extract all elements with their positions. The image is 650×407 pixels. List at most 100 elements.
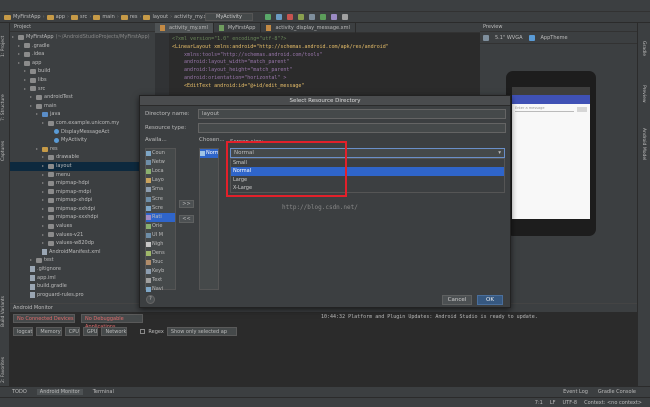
project-tree-item[interactable]: ▸ app bbox=[10, 59, 155, 68]
project-tree-item[interactable]: ▸ layout bbox=[10, 161, 155, 171]
project-tree-item[interactable]: ▸ main bbox=[10, 102, 155, 111]
project-tree-item[interactable]: ▸ java bbox=[10, 110, 155, 119]
tab-activity-my[interactable]: activity_my.xml bbox=[155, 22, 214, 33]
device-dropdown[interactable]: No Connected Devices bbox=[13, 314, 75, 323]
avd-manager-icon[interactable] bbox=[309, 14, 315, 20]
chosen-qualifier-item[interactable]: Normal bbox=[200, 149, 218, 159]
tab-gpu[interactable]: GPU bbox=[82, 327, 99, 336]
crumb-project[interactable]: MyFirstApp bbox=[13, 14, 41, 20]
tab-memory[interactable]: Memory bbox=[36, 327, 62, 336]
build-variants-tool-tab[interactable]: Build Variants bbox=[1, 285, 6, 327]
line-separator[interactable]: LF bbox=[550, 400, 556, 406]
crumb-app[interactable]: app bbox=[56, 14, 65, 20]
available-qualifier-item[interactable]: Loca bbox=[146, 167, 175, 176]
project-tree-item[interactable]: ▸ values-v21 bbox=[10, 231, 155, 240]
caret-position[interactable]: 7:1 bbox=[535, 400, 543, 406]
project-tree-item[interactable]: ▸ drawable bbox=[10, 153, 155, 162]
ok-button[interactable]: OK bbox=[477, 295, 503, 305]
project-tree-item[interactable]: build.gradle bbox=[10, 282, 155, 291]
project-tree-item[interactable]: proguard-rules.pro bbox=[10, 291, 155, 300]
project-tree-item[interactable]: ▸ src bbox=[10, 85, 155, 94]
project-tree-item[interactable]: ▸ mipmap-xxhdpi bbox=[10, 205, 155, 214]
stop-icon[interactable] bbox=[287, 14, 293, 20]
crumb-res[interactable]: res bbox=[130, 14, 138, 20]
project-tree-item[interactable]: .gitignore bbox=[10, 265, 155, 274]
project-tree-item[interactable]: ▸ menu bbox=[10, 171, 155, 180]
resource-type-dropdown[interactable] bbox=[198, 123, 506, 133]
theme-select[interactable]: AppTheme bbox=[541, 35, 568, 41]
help-button[interactable]: ? bbox=[146, 295, 155, 304]
send-button[interactable] bbox=[577, 106, 587, 112]
project-tree-item[interactable]: ▸ mipmap-xxxhdpi bbox=[10, 213, 155, 222]
project-tree-item[interactable]: ▸ mipmap-hdpi bbox=[10, 179, 155, 188]
project-tree-item[interactable]: ▸ values-w820dp bbox=[10, 239, 155, 248]
run-icon[interactable] bbox=[265, 14, 271, 20]
log-filter-dropdown[interactable]: Show only selected ap bbox=[166, 327, 237, 336]
chosen-qualifiers-list[interactable]: Normal bbox=[199, 148, 219, 290]
run-config-select[interactable]: MyActivity bbox=[205, 13, 253, 21]
project-tree-item[interactable]: ▸ .gradle bbox=[10, 42, 155, 51]
available-qualifier-item[interactable]: Navi bbox=[146, 285, 175, 294]
code-editor[interactable]: <?xml version="1.0" encoding="utf-8"?> <… bbox=[172, 36, 482, 91]
context-indicator[interactable]: Context: <no context> bbox=[584, 400, 642, 406]
project-tree-item[interactable]: app.iml bbox=[10, 274, 155, 283]
project-tree-item[interactable]: AndroidManifest.xml bbox=[10, 248, 155, 257]
app-dropdown[interactable]: No Debuggable Applications bbox=[81, 314, 143, 330]
remove-qualifier-button[interactable]: << bbox=[179, 215, 194, 223]
project-tree-item[interactable]: ▸ values bbox=[10, 222, 155, 231]
tab-cpu[interactable]: CPU bbox=[64, 327, 80, 336]
device-select[interactable]: 5.1" WVGA bbox=[495, 35, 523, 41]
available-qualifier-item[interactable]: Netw bbox=[146, 158, 175, 167]
preview-tool-tab[interactable]: Preview bbox=[641, 85, 646, 103]
available-qualifier-item[interactable]: Orie bbox=[146, 222, 175, 231]
project-tree-item[interactable]: MyActivity bbox=[10, 136, 155, 145]
available-qualifier-item[interactable]: Coun bbox=[146, 149, 175, 158]
available-qualifier-item[interactable]: Layo bbox=[146, 176, 175, 185]
available-qualifier-item[interactable]: Keyb bbox=[146, 267, 175, 276]
available-qualifier-item[interactable]: Nigh bbox=[146, 240, 175, 249]
cancel-button[interactable]: Cancel bbox=[442, 295, 472, 305]
crumb-layout[interactable]: layout bbox=[152, 14, 168, 20]
available-qualifiers-list[interactable]: Coun Netw Loca Layo Sma Scre Scre Rati Orie UI M N… bbox=[145, 148, 176, 293]
available-qualifier-item[interactable]: Rati bbox=[146, 212, 175, 222]
tab-myfirstapp[interactable]: MyFirstApp bbox=[214, 22, 262, 33]
available-qualifier-item[interactable]: Scre bbox=[146, 204, 175, 213]
debug-icon[interactable] bbox=[276, 14, 282, 20]
project-tree-item[interactable]: ▸ androidTest bbox=[10, 93, 155, 102]
file-encoding[interactable]: UTF-8 bbox=[563, 400, 578, 406]
android-monitor-tool-button[interactable]: Android Monitor bbox=[36, 389, 83, 395]
gradle-console-tool-button[interactable]: Gradle Console bbox=[598, 389, 636, 395]
tab-activity-display-message[interactable]: activity_display_message.xml bbox=[261, 22, 356, 33]
event-log-tool-button[interactable]: Event Log bbox=[563, 389, 588, 395]
crumb-main[interactable]: main bbox=[102, 14, 115, 20]
available-qualifier-item[interactable]: UI M bbox=[146, 231, 175, 240]
project-tree-item[interactable]: ▸ MyFirstApp (~/AndroidStudioProjects/MyFi… bbox=[10, 33, 155, 42]
sync-icon[interactable] bbox=[298, 14, 304, 20]
orientation-icon[interactable] bbox=[528, 34, 535, 41]
available-qualifier-item[interactable]: Text bbox=[146, 276, 175, 285]
project-tree-item[interactable]: ▸ mipmap-mdpi bbox=[10, 188, 155, 197]
tab-network[interactable]: Network bbox=[101, 327, 128, 336]
project-tree-item[interactable]: ▸ test bbox=[10, 256, 155, 265]
captures-tool-tab[interactable]: Captures bbox=[1, 131, 6, 161]
project-tool-tab[interactable]: 1: Project bbox=[1, 27, 6, 57]
android-device-monitor-icon[interactable] bbox=[331, 14, 337, 20]
directory-name-input[interactable]: layout bbox=[198, 109, 506, 119]
project-tree-item[interactable]: ▸ libs bbox=[10, 76, 155, 85]
sdk-manager-icon[interactable] bbox=[320, 14, 326, 20]
tab-logcat[interactable]: logcat bbox=[13, 327, 34, 336]
structure-tool-tab[interactable]: 7: Structure bbox=[1, 85, 6, 121]
project-tree-item[interactable]: ▸ res bbox=[10, 145, 155, 154]
add-qualifier-button[interactable]: >> bbox=[179, 200, 194, 208]
favorites-tool-tab[interactable]: 2: Favorites bbox=[1, 343, 6, 383]
gradle-tool-tab[interactable]: Gradle bbox=[641, 41, 646, 56]
message-edittext[interactable]: Enter a message bbox=[515, 106, 574, 112]
regex-checkbox[interactable] bbox=[140, 329, 146, 334]
help-icon[interactable] bbox=[342, 14, 348, 20]
terminal-tool-button[interactable]: Terminal bbox=[93, 389, 114, 395]
available-qualifier-item[interactable]: Dens bbox=[146, 249, 175, 258]
project-tree-item[interactable]: DisplayMessageAct bbox=[10, 128, 155, 137]
project-tree-item[interactable]: ▸ mipmap-xhdpi bbox=[10, 196, 155, 205]
project-tree-item[interactable]: ▸ build bbox=[10, 67, 155, 76]
crumb-src[interactable]: src bbox=[80, 14, 87, 20]
